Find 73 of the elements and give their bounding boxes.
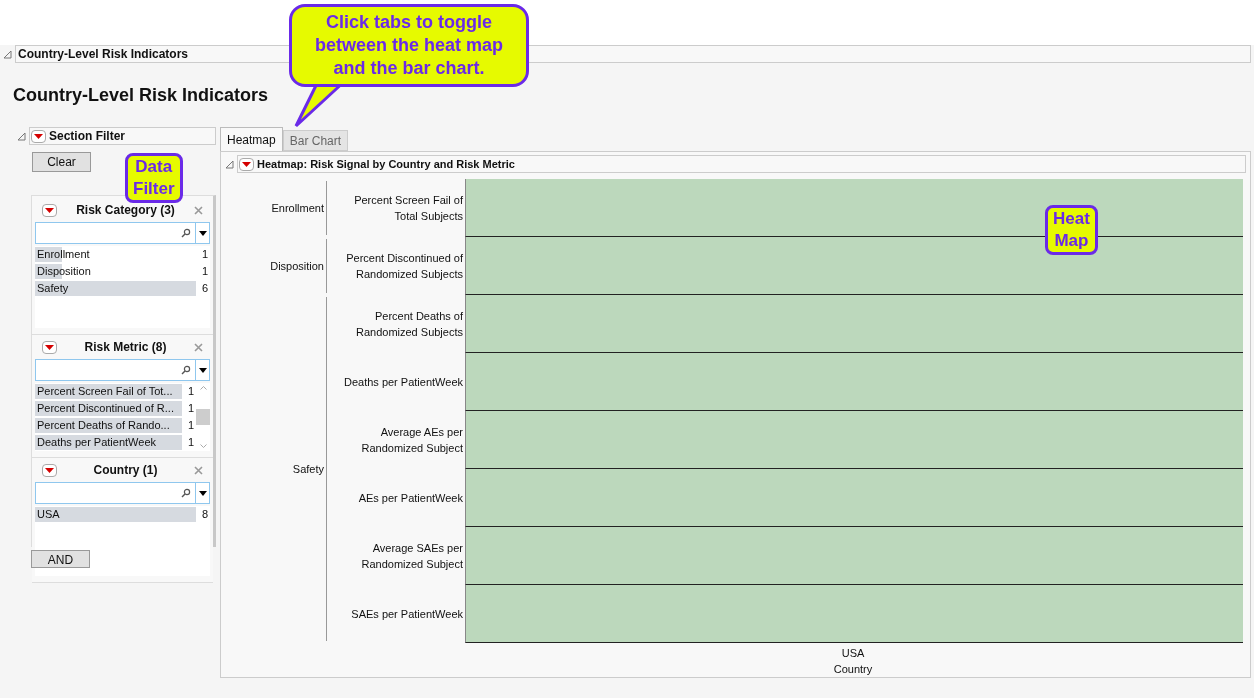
metric-label: SAEs per PatientWeek: [351, 607, 463, 622]
caret-icon: [198, 230, 207, 236]
heatmap-header[interactable]: Heatmap: Risk Signal by Country and Risk Metric: [237, 155, 1246, 173]
disclosure-expanded-icon[interactable]: [3, 49, 12, 59]
disclosure-expanded-icon[interactable]: [225, 159, 234, 169]
x-axis-label: Country: [833, 662, 873, 677]
disclosure-expanded-icon[interactable]: [17, 131, 26, 141]
callout-pointer: [294, 84, 342, 128]
filter-list-item[interactable]: Disposition: [35, 264, 196, 279]
item-label: Disposition: [36, 264, 91, 279]
group-label: Safety: [292, 461, 324, 477]
filter-list-item[interactable]: Deaths per PatientWeek: [35, 435, 182, 450]
and-button[interactable]: AND: [31, 550, 90, 568]
group-label: Enrollment: [271, 200, 324, 216]
item-label: USA: [36, 507, 60, 522]
scroll-up-icon[interactable]: [199, 386, 207, 390]
item-count: 1: [186, 384, 194, 400]
menu-icon[interactable]: [239, 157, 254, 171]
metric-label: Percent Discontinued of Randomized Subjects: [345, 251, 463, 282]
metric-label: Average SAEs per Randomized Subject: [360, 541, 463, 572]
menu-icon[interactable]: [42, 203, 57, 217]
report-title: Country-Level Risk Indicators: [13, 84, 269, 107]
filter-list-item[interactable]: USA: [35, 507, 196, 522]
section-filter-header[interactable]: Section Filter: [29, 127, 216, 145]
close-icon[interactable]: [194, 342, 203, 352]
dropdown-button[interactable]: [195, 360, 209, 380]
item-count: 1: [200, 247, 208, 263]
search-icon: [181, 228, 191, 238]
label-callout: Data Filter: [125, 153, 183, 203]
metric-label: Average AEs per Randomized Subject: [360, 425, 463, 456]
dropdown-button[interactable]: [195, 483, 209, 503]
item-label: Safety: [36, 281, 69, 296]
metric-label: Percent Screen Fail of Total Subjects: [353, 193, 463, 224]
close-icon[interactable]: [194, 465, 203, 475]
filter-title: Risk Metric (8): [83, 339, 168, 356]
menu-icon[interactable]: [42, 463, 57, 477]
search-icon: [181, 488, 191, 498]
filter-list-item[interactable]: Safety: [35, 281, 196, 296]
caret-icon: [198, 490, 207, 496]
filter-title: Country (1): [92, 462, 159, 479]
search-field[interactable]: [35, 222, 210, 244]
section-filter-title: Section Filter: [49, 128, 125, 145]
item-count: 8: [200, 507, 208, 523]
item-count: 1: [186, 401, 194, 417]
close-icon[interactable]: [194, 205, 203, 215]
item-count: 1: [186, 435, 194, 451]
caret-icon: [198, 367, 207, 373]
search-icon: [181, 365, 191, 375]
search-field[interactable]: [35, 359, 210, 381]
clear-button[interactable]: Clear: [32, 152, 91, 172]
metric-label: AEs per PatientWeek: [358, 491, 463, 506]
metric-label: Percent Deaths of Randomized Subjects: [355, 309, 463, 340]
filter-list-item[interactable]: Enrollment: [35, 247, 196, 262]
dropdown-button[interactable]: [195, 223, 209, 243]
item-label: Deaths per PatientWeek: [36, 435, 157, 450]
search-field[interactable]: [35, 482, 210, 504]
metric-label: Deaths per PatientWeek: [343, 375, 463, 390]
label-callout: Heat Map: [1045, 205, 1098, 255]
menu-icon[interactable]: [42, 340, 57, 354]
group-label: Disposition: [270, 258, 324, 274]
scroll-down-icon[interactable]: [199, 444, 207, 448]
x-category-label: USA: [841, 646, 865, 661]
scrollbar-thumb[interactable]: [196, 409, 210, 425]
item-label: Enrollment: [36, 247, 90, 262]
tab[interactable]: Bar Chart: [282, 130, 349, 151]
menu-icon[interactable]: [31, 129, 46, 143]
scrollbar[interactable]: [196, 383, 210, 451]
tab[interactable]: Heatmap: [220, 127, 283, 151]
item-count: 6: [200, 281, 208, 297]
heatmap-title: Heatmap: Risk Signal by Country and Risk Metric: [257, 156, 515, 172]
item-count: 1: [200, 264, 208, 280]
item-count: 1: [186, 418, 194, 434]
filter-title: Risk Category (3): [75, 202, 176, 219]
